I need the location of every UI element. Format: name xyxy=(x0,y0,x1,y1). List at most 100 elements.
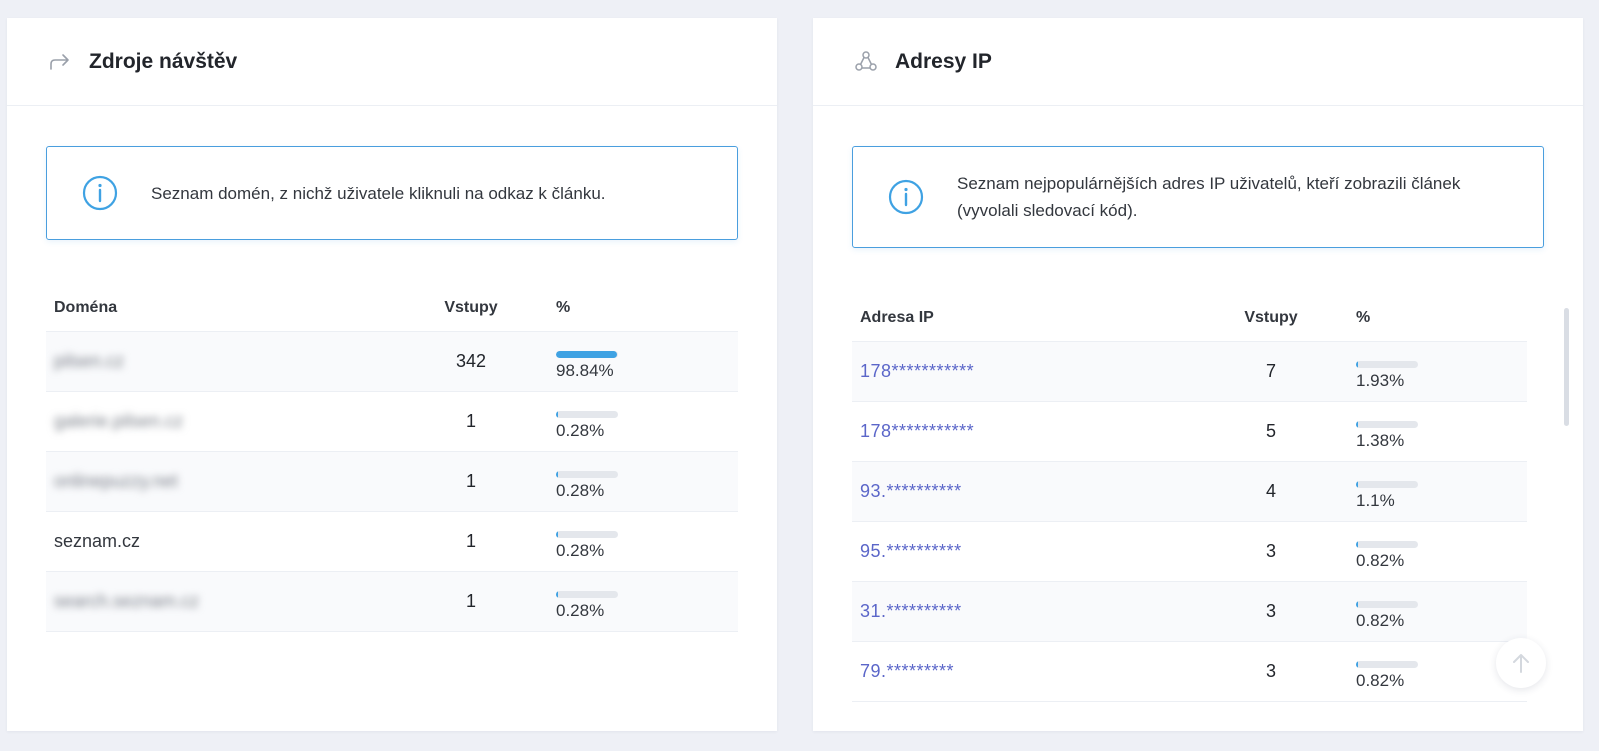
table-row: 79.********* 3 0.82% xyxy=(852,642,1527,702)
visits-cell: 1 xyxy=(465,531,476,551)
ip-address-link[interactable]: 95.********** xyxy=(852,541,1220,562)
visits-cell: 342 xyxy=(455,351,487,371)
percent-bar xyxy=(556,530,618,538)
info-box: Seznam nejpopulárnějších adres IP uživat… xyxy=(852,146,1544,248)
ip-address-link[interactable]: 178*********** xyxy=(852,361,1220,382)
percent-bar-fill xyxy=(1356,660,1358,668)
domain-cell: search.seznam.cz xyxy=(54,591,200,611)
column-header-visits: Vstupy xyxy=(444,298,498,316)
percent-bar-fill xyxy=(556,590,558,598)
percent-text: 0.82% xyxy=(1356,670,1405,690)
percent-bar xyxy=(1356,480,1418,488)
ip-address-link[interactable]: 31.********** xyxy=(852,601,1220,622)
percent-cell: 0.28% xyxy=(524,583,618,621)
percent-cell: 0.82% xyxy=(1322,533,1418,571)
info-icon xyxy=(82,175,118,211)
percent-cell: 1.93% xyxy=(1322,353,1418,391)
column-header-percent: % xyxy=(556,298,571,316)
percent-cell: 0.28% xyxy=(524,523,618,561)
column-header-percent: % xyxy=(1356,308,1371,326)
ip-address-link[interactable]: 79.********* xyxy=(852,661,1220,682)
visits-cell: 1 xyxy=(465,411,476,431)
panel-header: Zdroje návštěv xyxy=(7,18,777,106)
percent-text: 1.93% xyxy=(1356,370,1405,390)
info-text: Seznam nejpopulárnějších adres IP uživat… xyxy=(957,174,1461,220)
visits-cell: 4 xyxy=(1265,481,1276,501)
column-header-domain: Doména xyxy=(54,298,118,316)
percent-bar-fill xyxy=(556,410,558,418)
percent-text: 1.1% xyxy=(1356,490,1395,510)
domain-cell: onlinepuzzy.net xyxy=(54,471,178,491)
percent-text: 0.28% xyxy=(556,540,605,560)
table-row: pilsen.cz 342 98.84% xyxy=(46,332,738,392)
table-header: Doména Vstupy % xyxy=(46,284,738,332)
network-icon xyxy=(853,49,879,75)
percent-text: 0.82% xyxy=(1356,610,1405,630)
domain-cell: seznam.cz xyxy=(54,531,141,551)
percent-text: 0.28% xyxy=(556,420,605,440)
panel-title: Zdroje návštěv xyxy=(89,49,238,73)
panel-title: Adresy IP xyxy=(895,49,992,73)
percent-cell: 0.82% xyxy=(1322,653,1418,691)
column-header-ip: Adresa IP xyxy=(860,308,934,326)
percent-bar xyxy=(1356,360,1418,368)
percent-cell: 0.28% xyxy=(524,403,618,441)
visits-cell: 1 xyxy=(465,591,476,611)
visits-cell: 3 xyxy=(1265,661,1276,681)
percent-cell: 1.38% xyxy=(1322,413,1418,451)
ip-address-link[interactable]: 93.********** xyxy=(852,481,1220,502)
ip-addresses-panel: Adresy IP Seznam nejpopulárnějších adres… xyxy=(813,18,1583,731)
panel-header: Adresy IP xyxy=(813,18,1583,106)
table-row: seznam.cz 1 0.28% xyxy=(46,512,738,572)
referrer-sources-panel: Zdroje návštěv Seznam domén, z nichž uži… xyxy=(7,18,777,731)
table-row: galerie.pilsen.cz 1 0.28% xyxy=(46,392,738,452)
domain-cell: pilsen.cz xyxy=(54,351,125,371)
percent-bar-fill xyxy=(1356,540,1358,548)
visits-cell: 3 xyxy=(1265,541,1276,561)
percent-text: 0.82% xyxy=(1356,550,1405,570)
ip-address-link[interactable]: 178*********** xyxy=(852,421,1220,442)
percent-cell: 1.1% xyxy=(1322,473,1418,511)
percent-bar xyxy=(1356,600,1418,608)
table-header: Adresa IP Vstupy % xyxy=(852,294,1527,342)
scrollbar[interactable] xyxy=(1564,308,1569,426)
ip-table: Adresa IP Vstupy % 178*********** 7 1.93% 1… xyxy=(852,294,1527,702)
percent-cell: 0.82% xyxy=(1322,593,1418,631)
table-row: 178*********** 5 1.38% xyxy=(852,402,1527,462)
percent-bar xyxy=(556,590,618,598)
domain-cell: galerie.pilsen.cz xyxy=(54,411,184,431)
percent-bar xyxy=(1356,420,1418,428)
info-box: Seznam domén, z nichž uživatele kliknuli… xyxy=(46,146,738,240)
visits-cell: 7 xyxy=(1265,361,1276,381)
percent-bar-fill xyxy=(1356,480,1358,488)
table-row: 93.********** 4 1.1% xyxy=(852,462,1527,522)
arrow-up-icon xyxy=(1513,654,1529,673)
table-row: 31.********** 3 0.82% xyxy=(852,582,1527,642)
percent-bar xyxy=(556,410,618,418)
percent-cell: 98.84% xyxy=(524,343,618,381)
percent-text: 1.38% xyxy=(1356,430,1405,450)
scroll-to-top-button[interactable] xyxy=(1496,638,1546,688)
percent-bar-fill xyxy=(1356,360,1358,368)
column-header-visits: Vstupy xyxy=(1244,308,1298,326)
share-arrow-icon xyxy=(47,49,73,75)
percent-bar xyxy=(556,470,618,478)
visits-cell: 3 xyxy=(1265,601,1276,621)
domains-table: Doména Vstupy % pilsen.cz 342 98.84% galeri… xyxy=(46,284,738,632)
table-row: onlinepuzzy.net 1 0.28% xyxy=(46,452,738,512)
info-text: Seznam domén, z nichž uživatele kliknuli… xyxy=(151,183,606,203)
percent-bar-fill xyxy=(556,350,618,358)
table-row: 95.********** 3 0.82% xyxy=(852,522,1527,582)
info-icon xyxy=(888,179,924,215)
table-row: 178*********** 7 1.93% xyxy=(852,342,1527,402)
percent-bar xyxy=(1356,540,1418,548)
table-row: search.seznam.cz 1 0.28% xyxy=(46,572,738,632)
percent-bar-fill xyxy=(556,530,558,538)
percent-bar xyxy=(1356,660,1418,668)
visits-cell: 5 xyxy=(1265,421,1276,441)
percent-text: 0.28% xyxy=(556,600,605,620)
percent-bar xyxy=(556,350,618,358)
visits-cell: 1 xyxy=(465,471,476,491)
percent-cell: 0.28% xyxy=(524,463,618,501)
percent-text: 0.28% xyxy=(556,480,605,500)
